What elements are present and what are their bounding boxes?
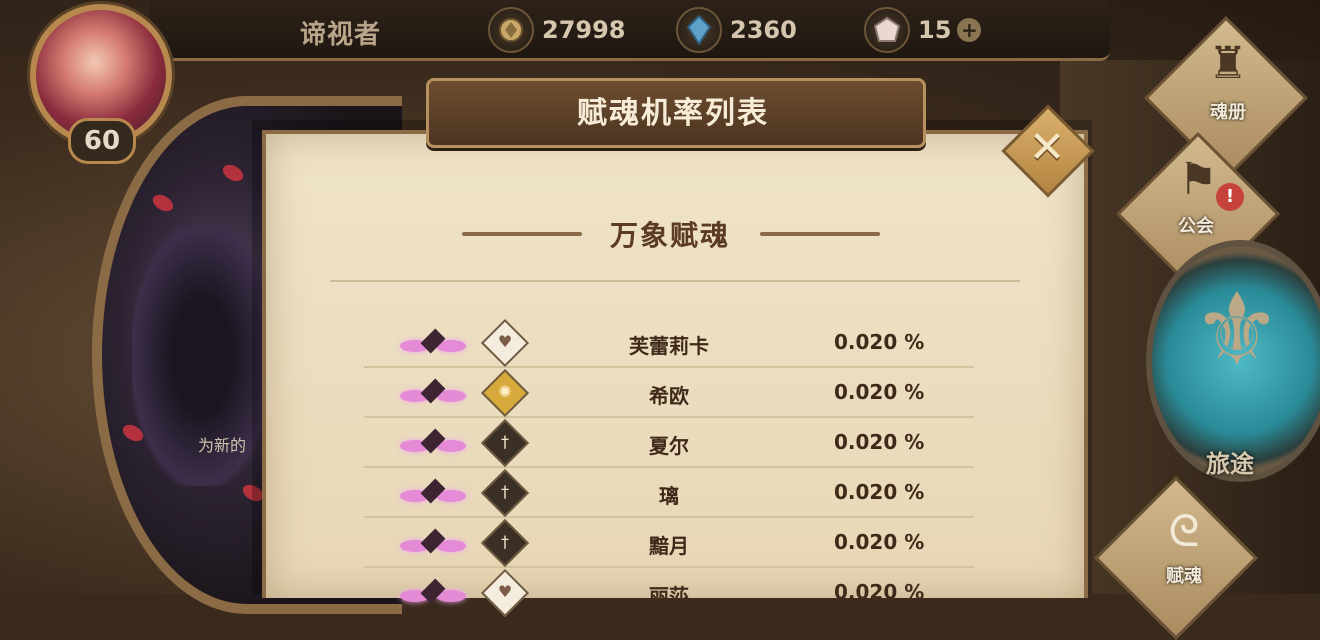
character-name: 芙蕾莉卡: [629, 334, 709, 358]
journey-label: 旅途: [1206, 450, 1254, 478]
pool-subtitle: 万象赋魂: [609, 219, 730, 252]
drop-rate: 0.020 %: [834, 430, 925, 454]
rarity-stars-icon: [400, 428, 466, 458]
gold-value: 27998: [542, 16, 626, 44]
character-name: 黯月: [649, 534, 689, 558]
player-name: 谛视者: [300, 20, 382, 50]
section-divider: [330, 280, 1020, 282]
gold-resource[interactable]: 27998: [488, 7, 626, 53]
rarity-stars-icon: [400, 578, 466, 608]
table-row: ✺ 希欧 0.020 %: [364, 368, 974, 418]
table-row: † 璃 0.020 %: [364, 468, 974, 518]
sword-icon: †: [501, 482, 509, 501]
character-name: 丽莎: [649, 584, 689, 608]
rarity-stars-icon: [400, 378, 466, 408]
guild-notification-badge: !: [1216, 183, 1244, 211]
drop-rate: 0.020 %: [834, 380, 925, 404]
guild-label: 公会: [1178, 216, 1214, 237]
rarity-stars-icon: [400, 528, 466, 558]
table-row: ♥ 芙蕾莉卡 0.020 %: [364, 318, 974, 368]
gem-icon: [864, 7, 910, 53]
crystal-resource[interactable]: 2360: [676, 7, 797, 53]
character-name: 希欧: [649, 384, 689, 408]
banner-caption: 为新的: [198, 436, 247, 455]
soul-flame-icon: ᘓ: [1168, 506, 1200, 557]
drop-rate: 0.020 %: [834, 330, 925, 354]
modal-title: 赋魂机率列表: [577, 96, 769, 131]
heart-icon: ♥: [497, 582, 513, 601]
blue-crystal-icon: [676, 7, 722, 53]
heart-icon: ♥: [497, 332, 513, 351]
rarity-stars-icon: [400, 328, 466, 358]
rarity-stars-icon: [400, 478, 466, 508]
sun-icon: ✺: [498, 382, 512, 401]
helmet-icon: ♜: [1208, 38, 1248, 89]
sword-icon: †: [501, 532, 509, 551]
soul-book-label: 魂册: [1210, 102, 1246, 123]
gem-resource[interactable]: 15 +: [864, 7, 982, 53]
gold-coin-icon: [488, 7, 534, 53]
drop-rate: 0.020 %: [834, 580, 925, 604]
journey-emblem-icon: ⚜: [1192, 271, 1282, 388]
player-avatar-frame[interactable]: 60: [6, 0, 186, 164]
sword-icon: †: [501, 432, 509, 451]
table-row: † 夏尔 0.020 %: [364, 418, 974, 468]
close-icon[interactable]: ✕: [1015, 122, 1079, 173]
add-gem-button[interactable]: +: [957, 18, 982, 42]
table-row: † 黯月 0.020 %: [364, 518, 974, 568]
petal-decoration: [219, 161, 247, 185]
drop-rate: 0.020 %: [834, 480, 925, 504]
table-row: ♥ 丽莎 0.020 %: [364, 568, 974, 618]
petal-decoration: [149, 191, 177, 215]
gem-value: 15: [918, 16, 952, 44]
character-name: 璃: [659, 484, 679, 508]
player-level: 60: [68, 118, 136, 164]
crystal-value: 2360: [730, 16, 797, 44]
drop-rate: 0.020 %: [834, 530, 925, 554]
character-name: 夏尔: [649, 434, 689, 458]
soul-endow-label: 赋魂: [1166, 566, 1202, 587]
